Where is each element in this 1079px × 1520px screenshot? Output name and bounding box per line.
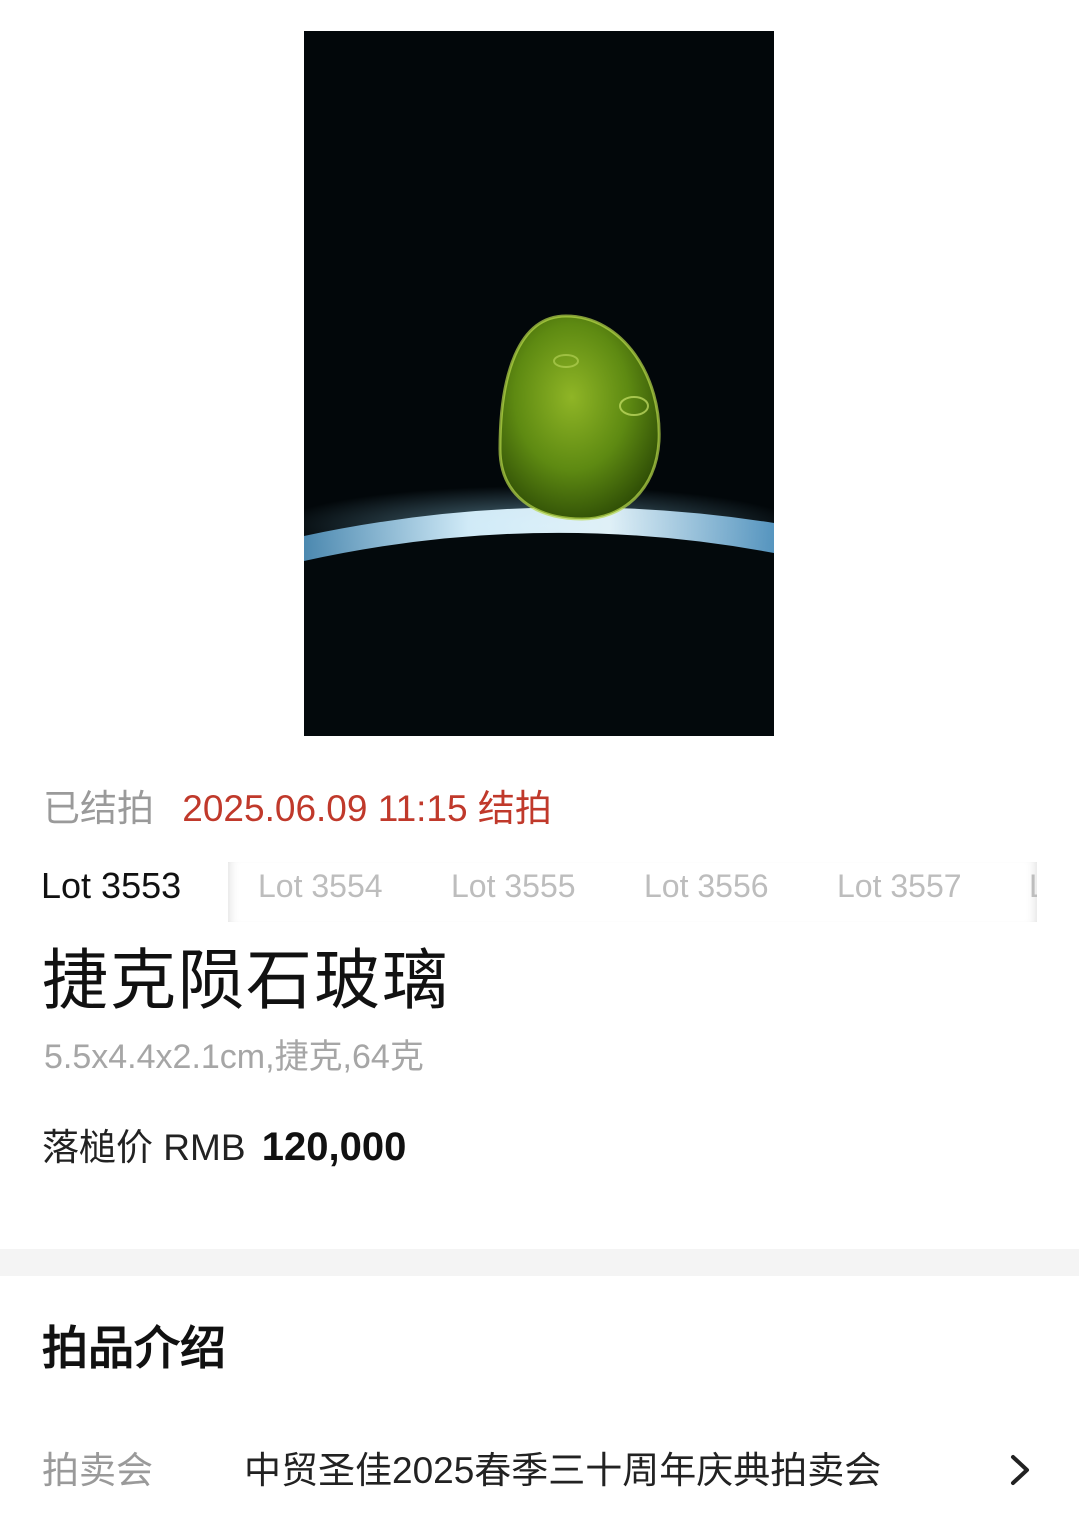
auction-status: 已结拍 2025.06.09 11:15 结拍 [43,786,552,832]
lot-tab[interactable]: Lot 3554 [258,866,383,906]
current-lot: Lot 3553 [41,865,182,906]
auction-session-row[interactable]: 拍卖会 中贸圣佳2025春季三十周年庆典拍卖会 [0,1442,1079,1502]
lot-tab[interactable]: Lot 3558 [1029,866,1037,906]
status-end-time: 2025.06.09 11:15 结拍 [182,788,552,829]
chevron-right-icon[interactable] [1000,1450,1040,1490]
lot-navigator: Lot 3553 Lot 3554 Lot 3555 Lot 3556 Lot … [41,862,1037,922]
lot-tab[interactable]: Lot 3556 [644,866,769,906]
intro-heading: 拍品介绍 [42,1322,226,1374]
lot-photo[interactable] [304,31,774,736]
lot-title: 捷克陨石玻璃 [42,943,450,1017]
auction-name: 中贸圣佳2025春季三十周年庆典拍卖会 [244,1450,882,1491]
price-label: 落槌价 RMB [42,1127,246,1168]
auction-label: 拍卖会 [42,1450,153,1491]
status-label: 已结拍 [43,788,154,829]
lot-scroller[interactable]: Lot 3554 Lot 3555 Lot 3556 Lot 3557 Lot … [228,862,1037,922]
lot-tab[interactable]: Lot 3557 [837,866,962,906]
section-divider [0,1249,1079,1276]
lot-tab[interactable]: Lot 3555 [451,866,576,906]
price-value: 120,000 [261,1125,407,1169]
moldavite-image [304,31,774,736]
lot-spec: 5.5x4.4x2.1cm,捷克,64克 [44,1038,424,1076]
hammer-price: 落槌价 RMB 120,000 [42,1124,406,1171]
